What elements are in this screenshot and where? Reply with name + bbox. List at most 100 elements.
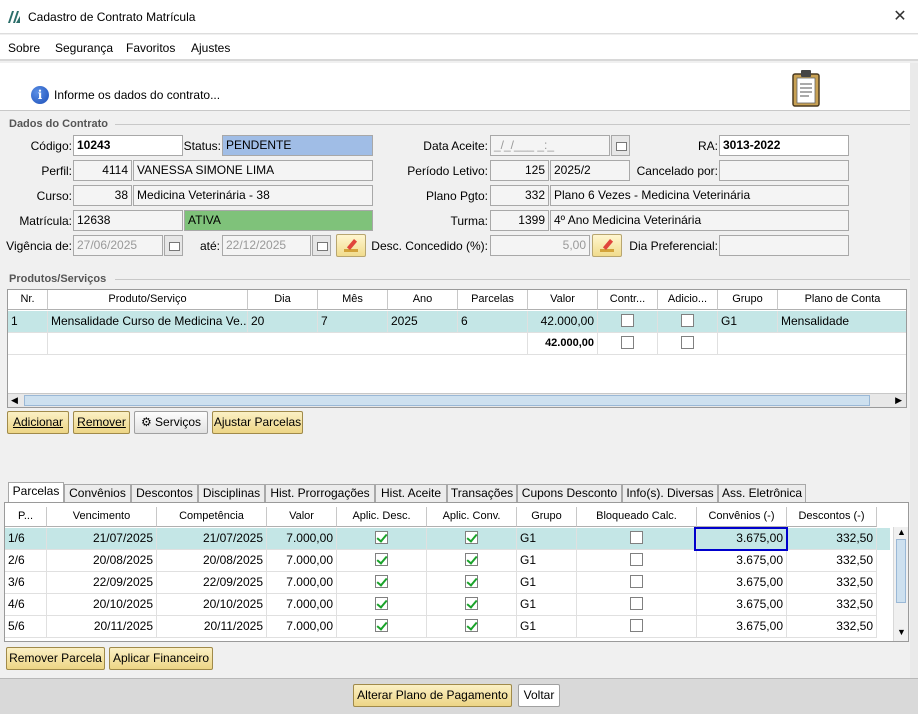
contr-checkbox[interactable] [621,336,634,350]
curso-name-field[interactable]: Medicina Veterinária - 38 [133,185,373,206]
contr-checkbox[interactable] [621,314,634,328]
ra-field[interactable]: 3013-2022 [719,135,849,156]
periodo-id-field[interactable]: 125 [490,160,549,181]
vigencia-ate-field[interactable]: 22/12/2025 [222,235,311,256]
vigencia-de-field[interactable]: 27/06/2025 [73,235,163,256]
col-header[interactable]: Contr... [598,290,658,310]
vigencia-ate-calendar-icon[interactable] [312,235,331,256]
conv-checkbox[interactable] [465,619,478,633]
bloq-checkbox[interactable] [630,597,643,611]
horizontal-scrollbar[interactable]: ◀ ▶ [8,393,906,407]
conv-checkbox[interactable] [465,531,478,545]
bloq-checkbox[interactable] [630,619,643,633]
menu-ajustes[interactable]: Ajustes [191,41,230,55]
tab-descontos[interactable]: Descontos [131,484,198,502]
col-header[interactable]: Grupo [718,290,778,310]
menu-seguranca[interactable]: Segurança [55,41,113,55]
close-button[interactable]: ✕ [884,2,916,32]
menu-favoritos[interactable]: Favoritos [126,41,175,55]
matricula-field[interactable]: 12638 [73,210,183,231]
col-header[interactable]: Bloqueado Calc. [577,507,697,527]
desc-checkbox[interactable] [375,597,388,611]
conv-checkbox[interactable] [465,553,478,567]
vigencia-de-calendar-icon[interactable] [164,235,183,256]
adic-checkbox[interactable] [681,314,694,328]
col-header[interactable]: Dia [248,290,318,310]
tab-disciplinas[interactable]: Disciplinas [198,484,265,502]
scroll-left-icon[interactable]: ◀ [11,395,18,406]
col-header[interactable]: Aplic. Desc. [337,507,427,527]
scroll-right-icon[interactable]: ▶ [895,395,902,406]
data-aceite-field[interactable]: _/_/___ _:_ [490,135,610,156]
desc-checkbox[interactable] [375,531,388,545]
aplicar-financeiro-button[interactable]: Aplicar Financeiro [109,647,213,670]
table-row[interactable]: 2/6 20/08/2025 20/08/2025 7.000,00 G1 3.675,0… [5,550,890,572]
col-header[interactable]: Grupo [517,507,577,527]
remover-parcela-button[interactable]: Remover Parcela [6,647,105,670]
desc-checkbox[interactable] [375,619,388,633]
tab-infos-diversas[interactable]: Info(s). Diversas [622,484,718,502]
tab-transacoes[interactable]: Transações [447,484,517,502]
col-header[interactable]: Ano [388,290,458,310]
menu-sobre[interactable]: Sobre [8,41,40,55]
col-header[interactable]: Mês [318,290,388,310]
table-row[interactable]: 5/6 20/11/2025 20/11/2025 7.000,00 G1 3.675,0… [5,616,890,638]
col-header[interactable]: Parcelas [458,290,528,310]
remover-button[interactable]: Remover [73,411,130,434]
ajustar-parcelas-button[interactable]: Ajustar Parcelas [212,411,303,434]
bloq-checkbox[interactable] [630,575,643,589]
window-scrollbar[interactable] [910,63,918,678]
desc-concedido-field[interactable]: 5,00 [490,235,590,256]
table-row[interactable]: 3/6 22/09/2025 22/09/2025 7.000,00 G1 3.675,0… [5,572,890,594]
edit-vigencia-button[interactable] [336,234,366,257]
turma-id-field[interactable]: 1399 [490,210,549,231]
col-header[interactable]: Plano de Conta [778,290,906,310]
desc-checkbox[interactable] [375,575,388,589]
table-row[interactable]: 1 Mensalidade Curso de Medicina Ve... 20… [8,311,906,333]
edit-desconto-button[interactable] [592,234,622,257]
scroll-thumb[interactable] [24,395,870,406]
perfil-name-field[interactable]: VANESSA SIMONE LIMA [133,160,373,181]
desc-checkbox[interactable] [375,553,388,567]
data-aceite-calendar-icon[interactable] [611,135,630,156]
tab-hist-aceite[interactable]: Hist. Aceite [375,484,447,502]
voltar-button[interactable]: Voltar [518,684,560,707]
adic-checkbox[interactable] [681,336,694,350]
plano-id-field[interactable]: 332 [490,185,549,206]
col-header[interactable]: Valor [267,507,337,527]
codigo-field[interactable]: 10243 [73,135,183,156]
scroll-up-icon[interactable]: ▲ [897,527,906,537]
col-header[interactable]: Aplic. Conv. [427,507,517,527]
dia-preferencial-field[interactable] [719,235,849,256]
col-header[interactable]: P... [5,507,47,527]
col-header[interactable]: Adicio... [658,290,718,310]
periodo-name-field[interactable]: 2025/2 [550,160,630,181]
bloq-checkbox[interactable] [630,531,643,545]
adicionar-button[interactable]: Adicionar [7,411,69,434]
plano-name-field[interactable]: Plano 6 Vezes - Medicina Veterinária [550,185,849,206]
tab-parcelas[interactable]: Parcelas [8,482,64,503]
alterar-plano-button[interactable]: Alterar Plano de Pagamento [353,684,512,707]
col-header[interactable]: Descontos (-) [787,507,877,527]
turma-name-field[interactable]: 4º Ano Medicina Veterinária [550,210,849,231]
tab-ass-eletronica[interactable]: Ass. Eletrônica [718,484,806,502]
table-row[interactable]: 4/6 20/10/2025 20/10/2025 7.000,00 G1 3.675,0… [5,594,890,616]
servicos-button[interactable]: ⚙ Serviços [134,411,208,434]
col-header[interactable]: Competência [157,507,267,527]
col-header[interactable]: Vencimento [47,507,157,527]
curso-id-field[interactable]: 38 [73,185,132,206]
vertical-scrollbar[interactable]: ▲ ▼ [893,527,908,641]
tab-hist-prorrogacoes[interactable]: Hist. Prorrogações [265,484,375,502]
scroll-thumb[interactable] [896,539,906,603]
bloq-checkbox[interactable] [630,553,643,567]
conv-checkbox[interactable] [465,597,478,611]
col-header[interactable]: Nr. [8,290,48,310]
col-header[interactable]: Produto/Serviço [48,290,248,310]
col-header[interactable]: Valor [528,290,598,310]
perfil-id-field[interactable]: 4114 [73,160,132,181]
tab-convenios[interactable]: Convênios [64,484,131,502]
scroll-down-icon[interactable]: ▼ [897,627,906,637]
col-header[interactable]: Convênios (-) [697,507,787,527]
tab-cupons-desconto[interactable]: Cupons Desconto [517,484,622,502]
conv-checkbox[interactable] [465,575,478,589]
